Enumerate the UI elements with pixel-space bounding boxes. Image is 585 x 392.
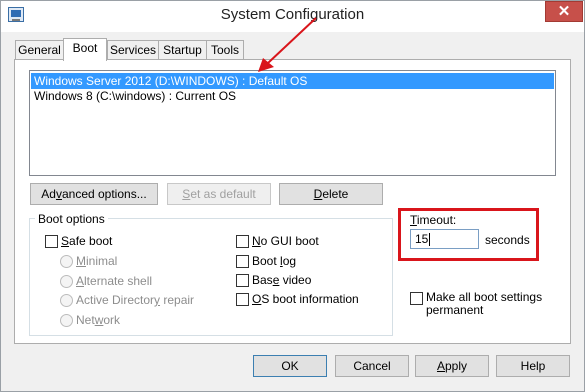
network-label[interactable]: Network [76,313,120,327]
make-permanent-checkbox[interactable] [410,292,423,305]
minimal-radio[interactable] [60,255,73,268]
tab-startup[interactable]: Startup [158,40,207,60]
os-list-item-windows-8[interactable]: Windows 8 (C:\windows) : Current OS [31,88,554,104]
base-video-checkbox[interactable] [236,274,249,287]
os-list[interactable]: Windows Server 2012 (D:\WINDOWS) : Defau… [29,70,556,176]
apply-button[interactable]: Apply [415,355,489,377]
close-button[interactable]: ✕ [545,1,583,22]
cancel-button[interactable]: Cancel [335,355,409,377]
os-boot-information-checkbox[interactable] [236,293,249,306]
tab-boot[interactable]: Boot [63,38,107,61]
ok-button[interactable]: OK [253,355,327,377]
tab-tools[interactable]: Tools [206,40,244,60]
tab-services[interactable]: Services [107,40,159,60]
tab-general[interactable]: General [15,40,64,60]
set-as-default-button[interactable]: Set as default [167,183,271,205]
alternate-shell-radio[interactable] [60,275,73,288]
help-button[interactable]: Help [496,355,570,377]
os-list-item-windows-server-2012[interactable]: Windows Server 2012 (D:\WINDOWS) : Defau… [31,73,554,89]
active-directory-repair-label[interactable]: Active Directory repair [76,293,194,307]
delete-button[interactable]: Delete [279,183,383,205]
os-boot-information-label[interactable]: OS boot information [252,292,359,306]
safe-boot-checkbox[interactable] [45,235,58,248]
boot-options-label: Boot options [35,212,108,226]
no-gui-boot-label[interactable]: No GUI boot [252,234,319,248]
safe-boot-label[interactable]: Safe boot [61,234,112,248]
advanced-options-button[interactable]: Advanced options... [30,183,158,205]
timeout-highlight-box [398,208,539,261]
network-radio[interactable] [60,314,73,327]
minimal-label[interactable]: Minimal [76,254,117,268]
no-gui-boot-checkbox[interactable] [236,235,249,248]
window-title: System Configuration [220,6,365,23]
make-permanent-label[interactable]: Make all boot settings permanent [426,291,542,317]
active-directory-repair-radio[interactable] [60,294,73,307]
boot-log-checkbox[interactable] [236,255,249,268]
boot-log-label[interactable]: Boot log [252,254,296,268]
base-video-label[interactable]: Base video [252,273,311,287]
alternate-shell-label[interactable]: Alternate shell [76,274,152,288]
